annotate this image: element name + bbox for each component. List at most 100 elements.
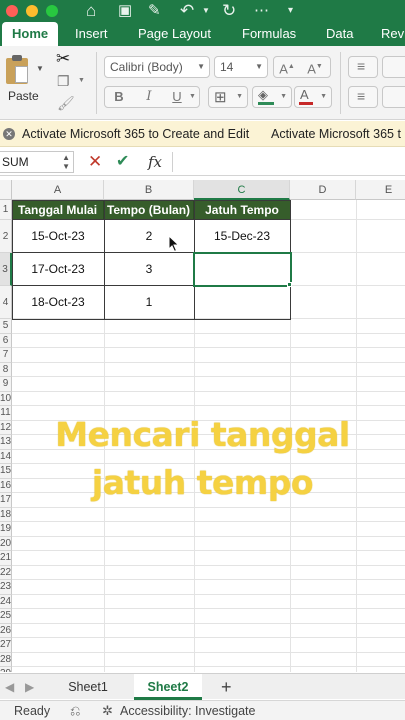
row-header[interactable]: 25 — [0, 609, 12, 624]
row-header[interactable]: 28 — [0, 652, 12, 667]
table-header-tanggal-mulai[interactable]: Tanggal Mulai — [12, 201, 104, 219]
copy-dropdown-icon[interactable]: ▼ — [78, 77, 85, 84]
bold-button[interactable]: B — [108, 87, 130, 107]
paste-dropdown-icon[interactable]: ▼ — [36, 64, 44, 73]
column-header-e[interactable]: E — [356, 180, 405, 200]
minimize-window-button[interactable] — [26, 5, 38, 17]
row-header[interactable]: 4 — [0, 286, 12, 319]
font-name-select[interactable]: Calibri (Body) ▼ — [104, 56, 210, 78]
active-cell-selection[interactable] — [193, 252, 292, 287]
next-sheet-icon[interactable]: ▶ — [25, 674, 34, 700]
undo-dropdown-icon[interactable]: ▼ — [202, 1, 210, 21]
table-cell-a2[interactable]: 15-Oct-23 — [12, 220, 104, 253]
function-icon[interactable]: fx — [148, 152, 162, 172]
chevron-down-icon: ▼ — [280, 93, 287, 100]
customize-toolbar-icon[interactable]: ▾ — [288, 1, 293, 21]
format-painter-icon[interactable]: 🖌 — [57, 95, 75, 112]
tab-home[interactable]: Home — [2, 22, 59, 46]
column-header-c[interactable]: C — [194, 180, 290, 200]
row-header[interactable]: 18 — [0, 507, 12, 522]
column-header-a[interactable]: A — [12, 180, 104, 200]
activation-notice-text[interactable]: Activate Microsoft 365 to Create and Edi… — [22, 121, 249, 146]
fill-color-button[interactable]: ◈ ▼ — [252, 86, 292, 108]
table-cell-b2[interactable]: 2 — [104, 220, 194, 253]
sheet-tab-sheet1[interactable]: Sheet1 — [56, 674, 120, 700]
tab-formulas[interactable]: Formulas — [232, 22, 306, 46]
row-header[interactable]: 5 — [0, 319, 12, 334]
borders-button[interactable]: ⊞ ▼ — [208, 86, 248, 108]
align-center-button[interactable] — [382, 86, 405, 108]
increase-font-size-button[interactable]: A▲ — [276, 57, 298, 77]
row-header[interactable]: 7 — [0, 348, 12, 363]
row-header[interactable]: 23 — [0, 580, 12, 595]
underline-dropdown-icon[interactable]: ▼ — [189, 93, 196, 100]
cut-icon[interactable]: ✂ — [56, 49, 70, 69]
zoom-window-button[interactable] — [46, 5, 58, 17]
formula-input[interactable] — [178, 152, 398, 172]
row-header[interactable]: 2 — [0, 220, 12, 253]
row-header[interactable]: 8 — [0, 362, 12, 377]
table-cell-c4[interactable] — [194, 286, 290, 319]
copy-icon[interactable]: ❐ — [57, 73, 70, 90]
table-cell-b4[interactable]: 1 — [104, 286, 194, 319]
select-all-corner[interactable] — [0, 180, 12, 200]
align-top-button[interactable]: ≡ — [348, 56, 378, 78]
activation-notice: ✕ Activate Microsoft 365 to Create and E… — [0, 121, 405, 147]
fill-handle[interactable] — [287, 282, 292, 287]
row-header[interactable]: 27 — [0, 638, 12, 653]
row-header[interactable]: 10 — [0, 391, 12, 406]
table-header-jatuh-tempo[interactable]: Jatuh Tempo — [194, 201, 290, 219]
table-cell-c2[interactable]: 15-Dec-23 — [194, 220, 290, 253]
redo-icon[interactable]: ↻ — [222, 1, 236, 21]
row-header[interactable]: 1 — [0, 200, 12, 220]
cancel-icon[interactable]: ✕ — [88, 152, 102, 172]
tab-review[interactable]: Revi — [371, 22, 405, 46]
home-icon[interactable]: ⌂ — [86, 1, 96, 21]
align-left-button[interactable]: ≡ — [348, 86, 378, 108]
previous-sheet-icon[interactable]: ◀ — [5, 674, 14, 700]
italic-button[interactable]: I — [138, 87, 160, 107]
sheet-tab-sheet2[interactable]: Sheet2 — [134, 674, 202, 700]
close-icon[interactable]: ✕ — [3, 128, 15, 140]
underline-button[interactable]: U — [166, 87, 188, 107]
row-header[interactable]: 9 — [0, 377, 12, 392]
font-size-select[interactable]: 14 ▼ — [214, 56, 268, 78]
font-color-button[interactable]: A ▼ — [294, 86, 332, 108]
align-middle-button[interactable] — [382, 56, 405, 78]
fill-color-swatch — [258, 102, 274, 105]
spreadsheet-grid[interactable]: A B C D E 1 2 3 4 5 6 7 8 9 10 11 12 13 14 15 16 17 18 19 2… — [0, 180, 405, 672]
row-header[interactable]: 24 — [0, 594, 12, 609]
tab-page-layout[interactable]: Page Layout — [128, 22, 221, 46]
accessibility-icon[interactable]: ✲ — [102, 701, 113, 720]
close-window-button[interactable] — [6, 5, 18, 17]
add-sheet-button[interactable]: + — [221, 674, 232, 700]
table-cell-a4[interactable]: 18-Oct-23 — [12, 286, 104, 319]
column-header-d[interactable]: D — [290, 180, 356, 200]
table-header-tempo[interactable]: Tempo (Bulan) — [104, 201, 194, 219]
more-icon[interactable]: ⋯ — [254, 1, 269, 21]
activation-notice-text-repeat[interactable]: Activate Microsoft 365 t — [271, 121, 401, 146]
row-header[interactable]: 22 — [0, 565, 12, 580]
save-icon[interactable]: ▣ — [118, 1, 132, 21]
row-header[interactable]: 6 — [0, 333, 12, 348]
paste-label[interactable]: Paste — [8, 86, 39, 106]
tab-insert[interactable]: Insert — [65, 22, 118, 46]
table-cell-b3[interactable]: 3 — [104, 253, 194, 286]
paste-icon[interactable] — [6, 54, 30, 84]
row-header[interactable]: 21 — [0, 551, 12, 566]
decrease-font-size-button[interactable]: A▼ — [304, 57, 326, 77]
row-header[interactable]: 3 — [0, 253, 12, 286]
row-header[interactable]: 29 — [0, 667, 12, 672]
table-cell-a3[interactable]: 17-Oct-23 — [12, 253, 104, 286]
tab-data[interactable]: Data — [316, 22, 363, 46]
status-accessibility[interactable]: Accessibility: Investigate — [120, 701, 255, 720]
row-header[interactable]: 26 — [0, 623, 12, 638]
edit-icon[interactable]: ✎ — [148, 1, 161, 21]
row-header[interactable]: 19 — [0, 522, 12, 537]
enter-icon[interactable]: ✔ — [116, 152, 129, 172]
name-box[interactable]: SUM ▲ ▼ — [0, 151, 74, 173]
macro-icon[interactable]: ⎌ — [70, 701, 80, 720]
undo-icon[interactable]: ↶ — [180, 1, 194, 21]
row-header[interactable]: 20 — [0, 536, 12, 551]
column-header-b[interactable]: B — [104, 180, 194, 200]
